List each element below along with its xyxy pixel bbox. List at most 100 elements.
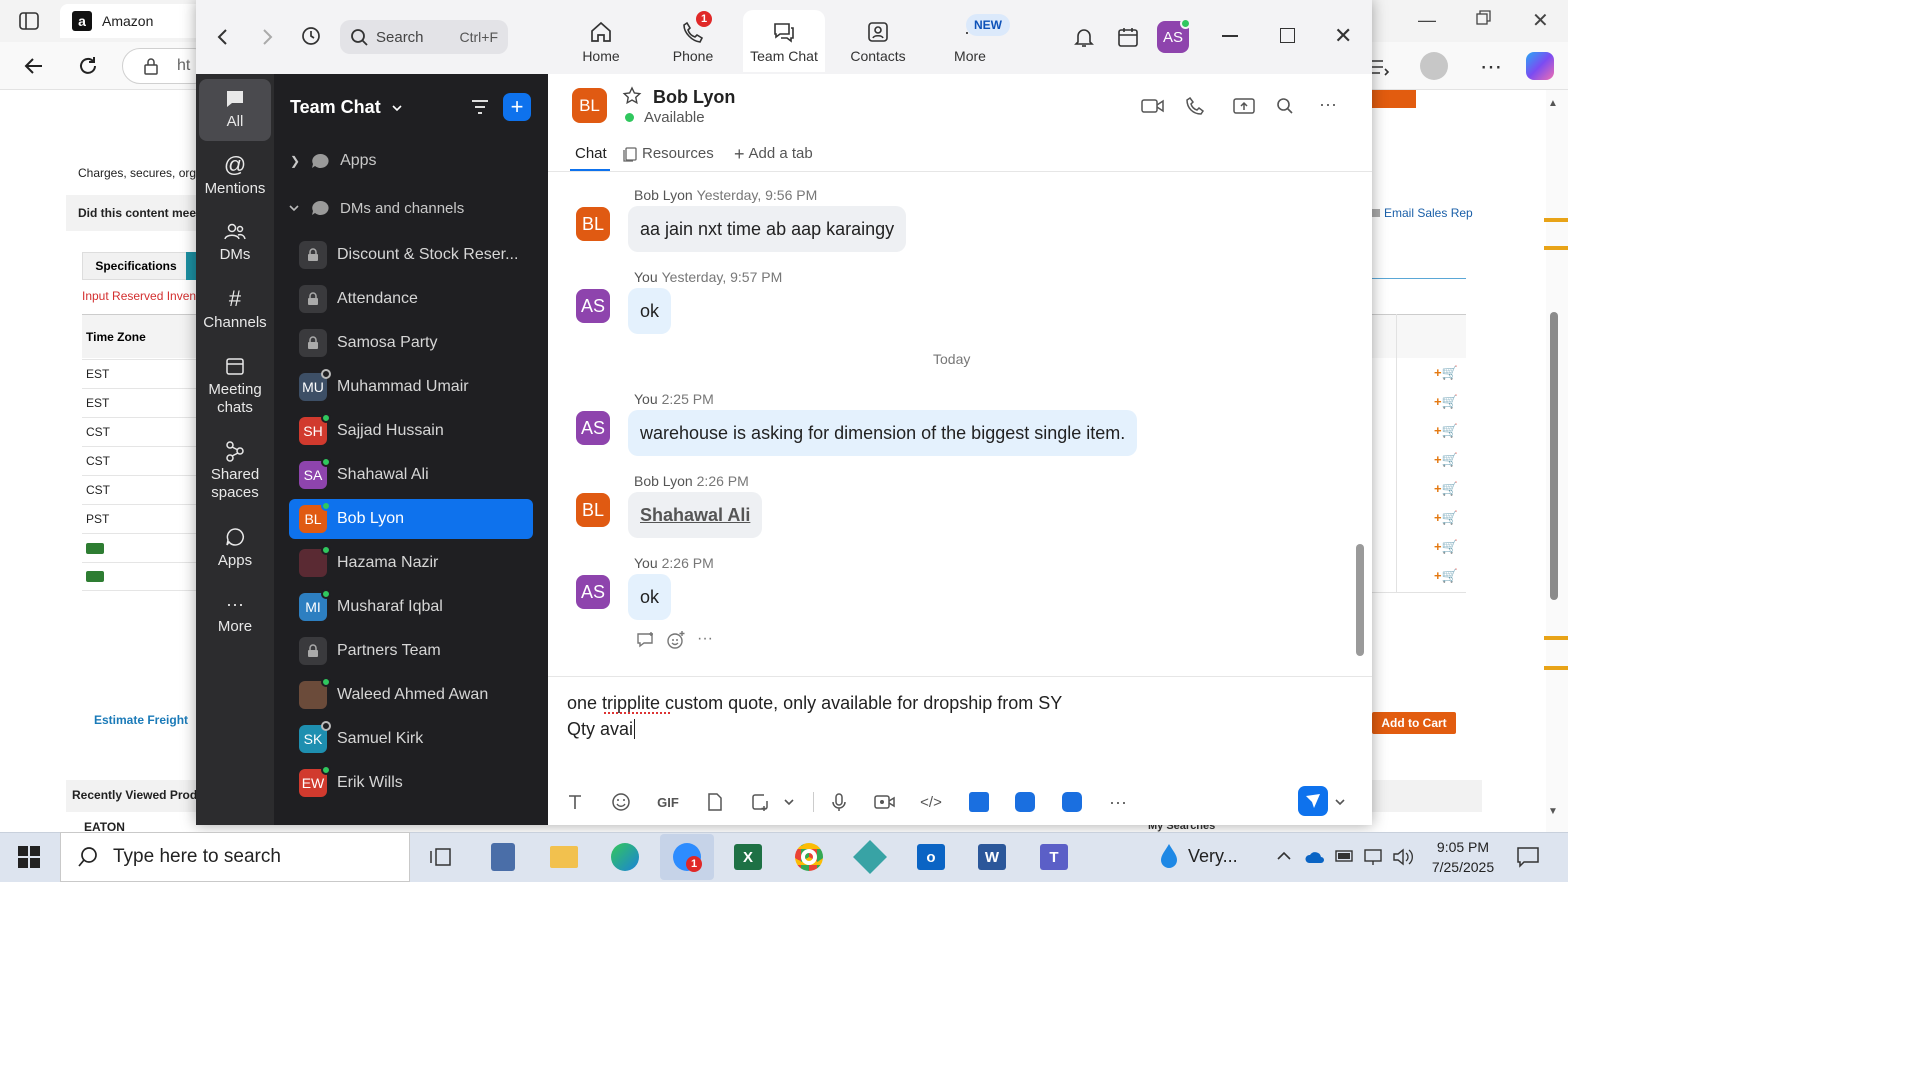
zoom-maximize-icon[interactable] [1280,28,1295,43]
battery-icon[interactable] [1334,848,1356,864]
add-cart-icon[interactable]: +🛒 [1434,481,1458,497]
add-reaction-icon[interactable] [666,630,686,650]
whiteboard-app-icon[interactable] [1013,790,1037,814]
scroll-down-icon[interactable]: ▼ [1548,806,1558,817]
clock[interactable]: 9:05 PM 7/25/2025 [1428,837,1498,877]
tab-chat[interactable]: Chat [575,145,607,162]
bell-icon[interactable] [1072,25,1096,49]
email-sales-rep-link[interactable]: Email Sales Rep [1372,206,1473,220]
contact-avatar[interactable]: BL [572,88,607,123]
history-icon[interactable] [300,25,322,47]
chat-more-icon[interactable]: ··· [1319,94,1337,115]
network-icon[interactable] [1362,848,1384,866]
message-bubble[interactable]: aa jain nxt time ab aap karaingy [628,206,907,252]
microphone-icon[interactable] [827,790,851,814]
browser-menu-icon[interactable]: ⋯ [1480,54,1502,80]
rail-dms[interactable]: DMs [199,222,271,264]
dms-section[interactable]: DMs and channels [288,199,464,217]
refresh-icon[interactable] [76,54,100,78]
calendar-icon[interactable] [1116,25,1140,49]
rail-more[interactable]: ··· More [199,594,271,636]
video-call-icon[interactable] [1141,97,1165,115]
outlook-icon[interactable]: o [912,838,950,876]
teams-icon[interactable]: T [1035,838,1073,876]
screenshot-icon[interactable] [749,790,773,814]
message-composer[interactable]: one tripplite custom quote, only availab… [567,690,1062,742]
chat-search-icon[interactable] [1276,97,1294,115]
chat-scrollbar-thumb[interactable] [1356,544,1364,656]
calculator-app-icon[interactable] [484,838,522,876]
gif-icon[interactable]: GIF [655,790,681,814]
onedrive-icon[interactable] [1304,850,1326,864]
browser-close-icon[interactable]: ✕ [1532,8,1549,33]
add-cart-icon[interactable]: +🛒 [1434,423,1458,439]
text-format-icon[interactable] [563,790,587,814]
channel-item[interactable]: Attendance [289,279,533,319]
volume-icon[interactable] [1392,848,1414,866]
tab-specifications[interactable]: Specifications [82,252,190,280]
add-cart-icon[interactable]: +🛒 [1434,394,1458,410]
rail-shared-spaces[interactable]: Shared spaces [199,440,271,502]
task-view-icon[interactable] [422,838,460,876]
add-cart-icon[interactable]: +🛒 [1434,568,1458,584]
nav-phone[interactable]: Phone [652,10,734,72]
orange-button-fragment[interactable] [1372,90,1416,108]
add-to-cart-button[interactable]: Add to Cart [1372,712,1456,734]
add-cart-icon[interactable]: +🛒 [1434,539,1458,555]
dm-item[interactable]: MU Muhammad Umair [289,367,533,407]
apps-section[interactable]: ❯ Apps [290,152,377,170]
mention-link[interactable]: Shahawal Ali [628,492,763,538]
share-screen-icon[interactable] [1233,97,1255,115]
docs-app-icon[interactable] [967,790,991,814]
reply-icon[interactable] [636,631,656,649]
zoom-back-icon[interactable] [214,26,232,48]
edge-icon[interactable] [606,838,644,876]
phone-call-icon[interactable] [1185,96,1205,116]
chevron-down-icon[interactable] [779,790,799,814]
send-options-icon[interactable] [1330,790,1350,814]
zoom-forward-icon[interactable] [258,26,276,48]
zoom-search-box[interactable]: Search Ctrl+F [340,20,508,54]
browser-minimize-icon[interactable]: — [1418,10,1436,31]
zoom-close-icon[interactable]: ✕ [1334,23,1352,49]
team-chat-title[interactable]: Team Chat [290,97,403,118]
excel-icon[interactable]: X [729,838,767,876]
scrollbar-thumb[interactable] [1550,312,1558,600]
app-icon[interactable] [851,838,889,876]
file-explorer-icon[interactable] [545,838,583,876]
nav-team-chat[interactable]: Team Chat [743,10,825,72]
add-cart-icon[interactable]: +🛒 [1434,365,1458,381]
add-cart-icon[interactable]: +🛒 [1434,510,1458,526]
clips-app-icon[interactable] [1060,790,1084,814]
browser-restore-icon[interactable] [1474,9,1492,27]
rail-mentions[interactable]: @ Mentions [199,154,271,198]
rail-meeting-chats[interactable]: Meeting chats [199,355,271,417]
taskbar-search[interactable]: Type here to search [60,832,410,882]
dm-item[interactable]: SH Sajjad Hussain [289,411,533,451]
tab-resources[interactable]: Resources [622,145,714,162]
notification-center-icon[interactable] [1516,846,1540,868]
word-icon[interactable]: W [973,838,1011,876]
dm-item[interactable]: MI Musharaf Iqbal [289,587,533,627]
message-bubble[interactable]: warehouse is asking for dimension of the… [628,410,1138,456]
browser-tab-amazon[interactable]: a Amazon [60,4,210,38]
rail-channels[interactable]: # Channels [199,288,271,332]
rail-apps[interactable]: Apps [199,526,271,570]
add-cart-icon[interactable]: +🛒 [1434,452,1458,468]
new-chat-button[interactable]: + [503,93,531,121]
nav-contacts[interactable]: Contacts [837,10,919,72]
message-more-icon[interactable]: ··· [697,630,713,648]
dm-item[interactable]: SA Shahawal Ali [289,455,533,495]
back-arrow-icon[interactable] [22,54,46,78]
chrome-icon[interactable] [790,838,828,876]
filter-icon[interactable] [470,98,490,116]
dm-item[interactable]: SK Samuel Kirk [289,719,533,759]
message-bubble[interactable]: ok [628,574,672,620]
channel-item[interactable]: Samosa Party [289,323,533,363]
nav-home[interactable]: Home [560,10,642,72]
dm-item-selected[interactable]: BL Bob Lyon [289,499,533,539]
tab-add[interactable]: + Add a tab [734,145,813,163]
star-icon[interactable] [622,86,642,106]
chevron-up-icon[interactable] [1276,850,1292,862]
estimate-freight-link[interactable]: Estimate Freight [94,713,188,727]
